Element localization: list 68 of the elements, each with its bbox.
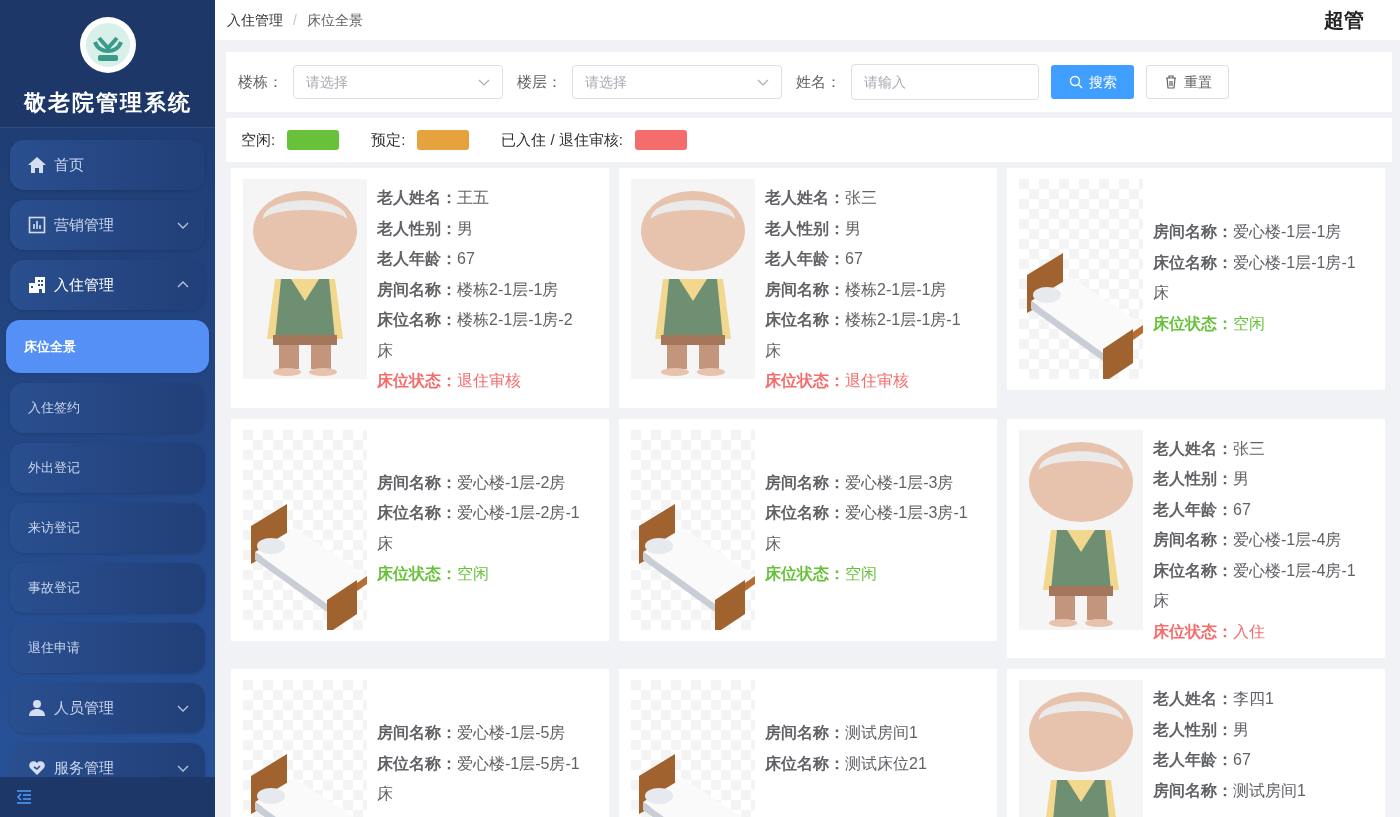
field-text: 老人姓名：张三 bbox=[765, 188, 878, 208]
field-text: 老人姓名：张三 bbox=[1153, 438, 1266, 459]
menu-item[interactable]: 服务管理 bbox=[10, 743, 205, 777]
field-text: 老人性别：男 bbox=[1153, 469, 1250, 489]
menu-item[interactable]: 首页 bbox=[10, 140, 205, 190]
menu-item[interactable]: 人员管理 bbox=[10, 683, 205, 733]
legend-label: 已入住 / 退住审核: bbox=[501, 129, 623, 150]
heart-icon bbox=[28, 759, 46, 777]
field-text: 老人年龄：67 bbox=[1153, 750, 1252, 770]
logo bbox=[78, 16, 137, 74]
status-text: 床位状态：退住审核 bbox=[377, 371, 522, 391]
field-text: 床位名称：爱心楼-1层-4房-1床 bbox=[1153, 560, 1357, 611]
field-text: 床位名称：爱心楼-1层-3房-1床 bbox=[765, 503, 969, 554]
field-text: 房间名称：爱心楼-1层-2房 bbox=[377, 472, 567, 493]
field-text: 老人姓名：李四1 bbox=[1153, 689, 1275, 709]
breadcrumb-item[interactable]: 入住管理 bbox=[227, 9, 283, 31]
legend-label: 预定: bbox=[371, 129, 406, 150]
field-text: 房间名称：爱心楼-1层-5房 bbox=[377, 723, 567, 743]
field-text: 床位名称：楼栋2-1层-1房-1床 bbox=[765, 310, 962, 361]
bar-chart-icon bbox=[28, 216, 46, 234]
building-icon bbox=[28, 276, 46, 294]
submenu-item[interactable]: 床位全景 bbox=[6, 320, 209, 373]
breadcrumb-separator: / bbox=[293, 10, 297, 30]
field-text: 房间名称：爱心楼-1层-3房 bbox=[765, 472, 955, 493]
status-text: 床位状态：空闲 bbox=[377, 564, 490, 584]
field-text: 房间名称：测试房间1 bbox=[765, 723, 919, 743]
status-text: 床位状态：入住 bbox=[1153, 621, 1266, 642]
submenu-item[interactable]: 事故登记 bbox=[10, 563, 205, 613]
field-text: 床位名称：测试床位21 bbox=[765, 753, 928, 774]
field-text: 老人姓名：王五 bbox=[377, 188, 490, 208]
field-text: 老人年龄：67 bbox=[765, 249, 864, 269]
menu-item[interactable]: 入住管理 bbox=[10, 260, 205, 310]
field-text: 老人性别：男 bbox=[765, 218, 862, 239]
field-text: 老人年龄：67 bbox=[377, 249, 476, 269]
menu-item[interactable]: 营销管理 bbox=[10, 200, 205, 250]
field-text: 房间名称：爱心楼-1层-1房 bbox=[1153, 222, 1343, 242]
trash-icon bbox=[1163, 75, 1178, 89]
filter-label: 楼层： bbox=[517, 71, 562, 92]
status-text: 床位状态：空闲 bbox=[765, 564, 878, 584]
field-text: 床位名称：爱心楼-1层-2房-1床 bbox=[377, 503, 581, 554]
home-icon bbox=[28, 156, 46, 174]
person-icon bbox=[28, 699, 46, 717]
filter-label: 楼栋： bbox=[238, 71, 283, 92]
reset-button[interactable]: 重置 bbox=[1146, 65, 1229, 99]
field-text: 老人性别：男 bbox=[1153, 719, 1250, 740]
status-text: 床位状态：空闲 bbox=[1153, 313, 1266, 334]
submenu-item[interactable]: 退住申请 bbox=[10, 623, 205, 673]
filter-label: 姓名： bbox=[796, 71, 841, 92]
search-icon bbox=[1068, 75, 1083, 89]
field-text: 老人年龄：67 bbox=[1153, 499, 1252, 520]
submenu-item[interactable]: 来访登记 bbox=[10, 503, 205, 553]
field-text: 房间名称：楼栋2-1层-1房 bbox=[377, 279, 560, 300]
app-title: 敬老院管理系统 bbox=[23, 89, 192, 117]
user-name: 超管 bbox=[1324, 8, 1364, 33]
breadcrumb-item: 床位全景 bbox=[306, 10, 363, 30]
field-text: 床位名称：爱心楼-1层-1房-1床 bbox=[1153, 252, 1357, 303]
submenu-item[interactable]: 入住签约 bbox=[10, 383, 205, 433]
field-text: 房间名称：楼栋2-1层-1房 bbox=[765, 279, 948, 300]
field-text: 房间名称：爱心楼-1层-4房 bbox=[1153, 530, 1343, 550]
field-text: 老人性别：男 bbox=[377, 218, 474, 239]
status-text: 床位状态：退住审核 bbox=[765, 371, 910, 391]
field-text: 床位名称：楼栋2-1层-1房-2床 bbox=[377, 310, 574, 361]
field-text: 房间名称：测试房间1 bbox=[1153, 780, 1307, 801]
submenu-item[interactable]: 外出登记 bbox=[10, 443, 205, 493]
collapse-icon[interactable] bbox=[16, 790, 32, 804]
field-text: 床位名称：爱心楼-1层-5房-1床 bbox=[377, 753, 581, 804]
input-field[interactable]: 请输入 bbox=[851, 64, 1039, 100]
legend-label: 空闲: bbox=[241, 129, 276, 150]
